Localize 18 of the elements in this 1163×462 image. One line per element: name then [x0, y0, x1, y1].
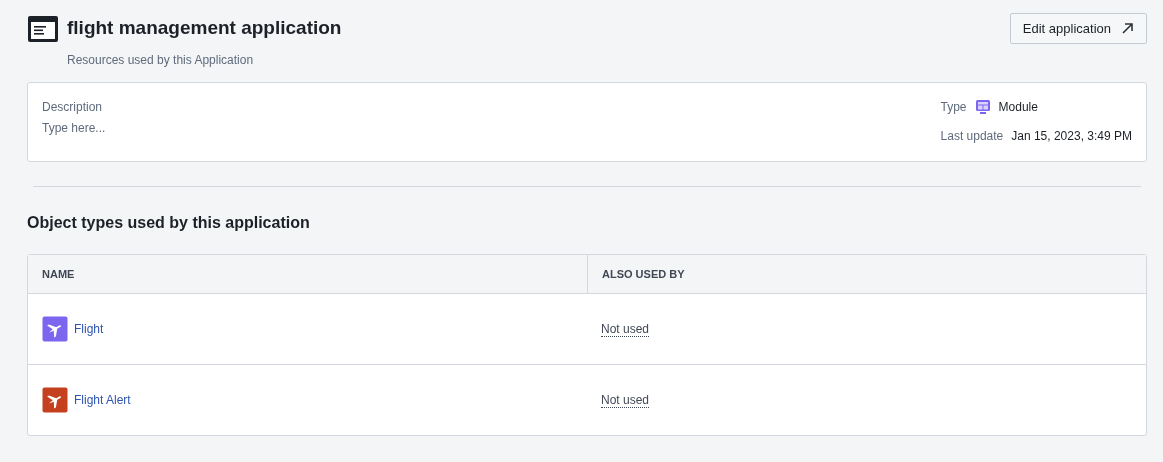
edit-application-button[interactable]: Edit application — [1009, 13, 1147, 44]
column-header: ALSO USED BY — [587, 255, 1146, 293]
external-arrow-icon — [1121, 22, 1134, 35]
page-title: flight management application — [67, 17, 342, 39]
page-subtitle: Resources used by this Application — [67, 53, 255, 67]
section-title: Object types used by this application — [27, 214, 311, 232]
object-type-link[interactable]: Flight — [74, 322, 104, 336]
type-label: Type — [940, 100, 967, 114]
app-window-icon — [27, 15, 59, 43]
module-icon — [974, 99, 991, 115]
last-update-value: Jan 15, 2023, 3:49 PM — [1011, 129, 1132, 143]
type-value: Module — [998, 100, 1038, 114]
also-used-by-text: Not used — [601, 392, 650, 408]
last-update-label: Last update — [940, 129, 1004, 143]
object-type-link[interactable]: Flight Alert — [74, 393, 131, 407]
also-used-by-text: Not used — [601, 321, 650, 337]
column-header: NAME — [41, 267, 76, 282]
description-label: Description — [42, 100, 104, 114]
